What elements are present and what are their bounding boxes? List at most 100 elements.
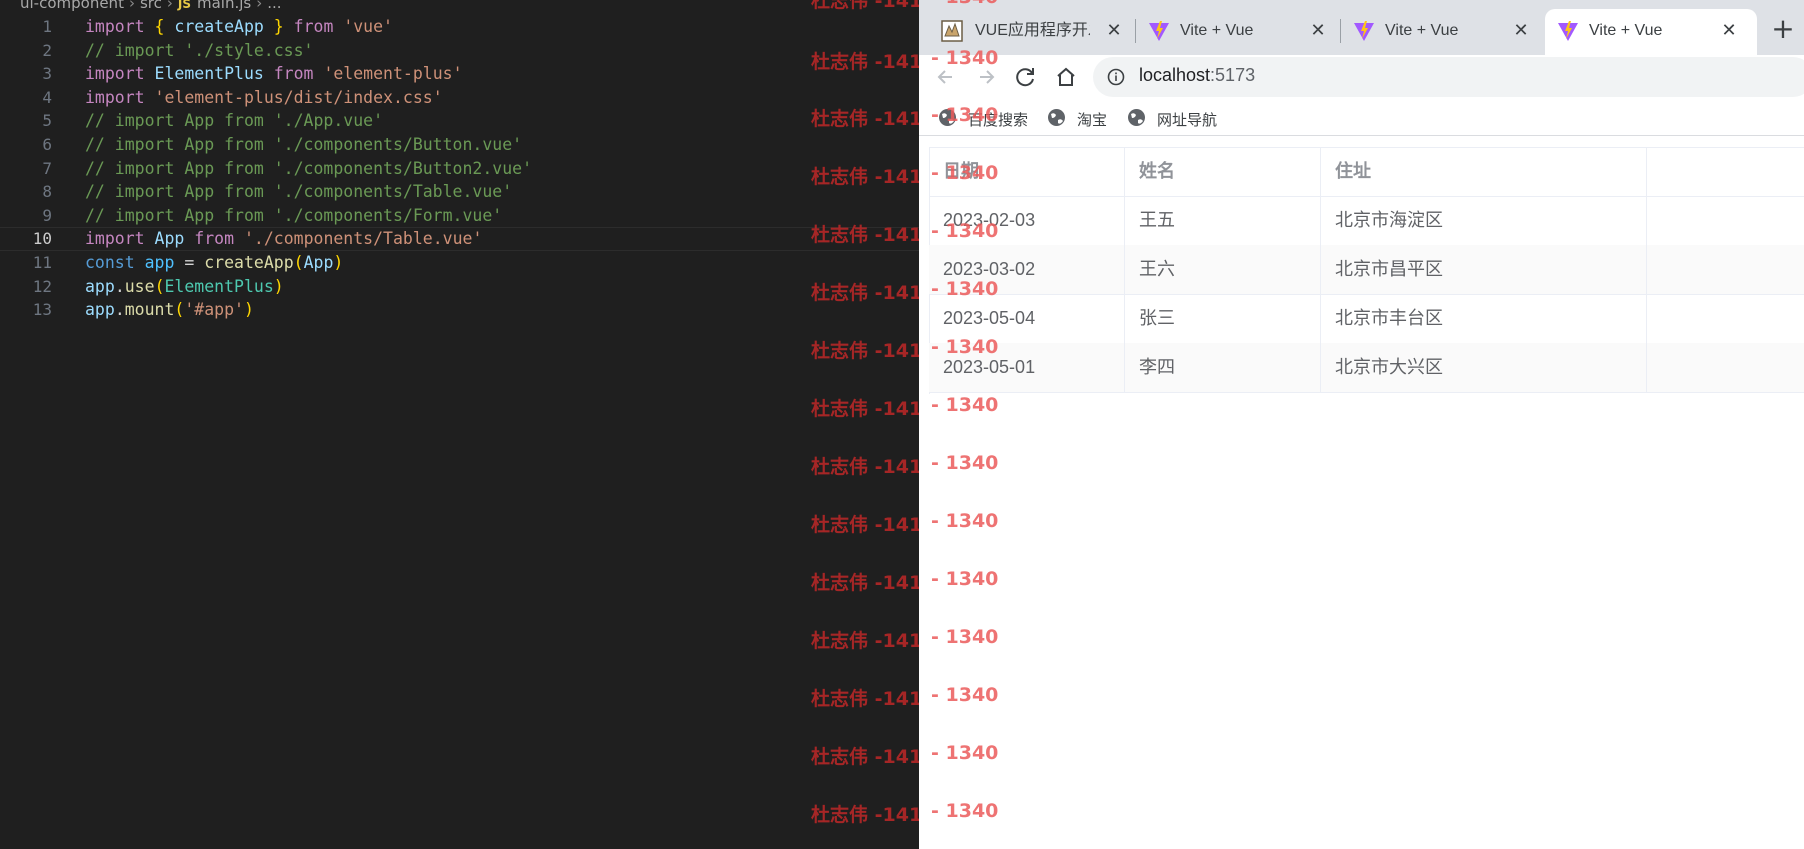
tab-title: Vite + Vue — [1385, 22, 1459, 39]
browser-tab[interactable]: VUE应用程序开发 ✕ — [919, 9, 1134, 55]
line-number: 4 — [42, 87, 52, 107]
code-line[interactable]: 11 const app = createApp(App) — [0, 251, 919, 275]
code-line[interactable]: 10 import App from './components/Table.vu… — [0, 227, 919, 251]
line-number: 3 — [42, 64, 52, 84]
code-line[interactable]: 3 import ElementPlus from 'element-plus' — [0, 62, 919, 86]
code-token: // import './style.css' — [85, 40, 314, 60]
chevron-right-icon: › — [166, 0, 173, 12]
table-header-cell: 姓名 — [1125, 147, 1321, 196]
code-token: 'vue' — [343, 17, 393, 36]
code-line[interactable]: 5 // import App from './App.vue' — [0, 109, 919, 133]
table-cell: 北京市丰台区 — [1321, 294, 1647, 343]
code-token: = — [174, 252, 205, 272]
code-token: // import App from './App.vue' — [85, 111, 384, 131]
code-text: // import './style.css' — [85, 39, 313, 63]
code-text: import { createApp } from 'vue' — [85, 15, 393, 39]
code-token: '#app' — [184, 300, 244, 320]
code-area[interactable]: 1 import { createApp } from 'vue' 2 // impo… — [0, 15, 919, 322]
code-text: import ElementPlus from 'element-plus' — [85, 62, 463, 86]
code-line[interactable]: 7 // import App from './components/Button… — [0, 157, 919, 181]
table-cell: 李四 — [1125, 343, 1321, 392]
vite-icon — [1558, 21, 1578, 41]
forward-arrow-icon[interactable] — [970, 61, 1002, 93]
tab-title: Vite + Vue — [1589, 22, 1663, 39]
close-icon[interactable]: ✕ — [1510, 19, 1532, 41]
code-token: createApp — [164, 17, 274, 36]
code-token: import — [85, 64, 145, 84]
code-token: const — [85, 252, 135, 272]
breadcrumb-file[interactable]: main.js — [197, 0, 251, 12]
code-token: app — [85, 276, 115, 296]
code-token: ElementPlus — [144, 64, 274, 84]
code-token: { — [154, 17, 165, 36]
code-token: // import App from './components/Button2… — [85, 158, 533, 178]
code-token: from — [273, 64, 314, 84]
chevron-right-icon: › — [128, 0, 135, 12]
code-text: // import App from './components/Button2… — [85, 157, 532, 181]
globe-icon — [1048, 109, 1065, 126]
code-line[interactable]: 12 app.use(ElementPlus) — [0, 275, 919, 299]
back-arrow-icon[interactable] — [930, 61, 962, 93]
line-number: 12 — [32, 276, 52, 296]
line-number: 5 — [42, 111, 52, 131]
table-cell: 2023-03-02 — [929, 245, 1125, 294]
line-number: 6 — [42, 134, 52, 154]
code-editor[interactable]: ui-component › src › JS main.js ›... 1 import {… — [0, 0, 919, 849]
code-text: app.use(ElementPlus) — [85, 275, 284, 299]
line-number: 8 — [42, 182, 52, 202]
code-token: . — [114, 276, 125, 296]
code-token: createApp — [204, 252, 294, 272]
table-cell: 2023-05-04 — [929, 294, 1125, 343]
chevron-right-icon: › — [256, 0, 263, 12]
code-token: } — [273, 17, 284, 36]
browser-tab[interactable]: Vite + Vue ✕ — [1136, 9, 1338, 55]
generic-page-icon — [941, 20, 963, 42]
home-icon[interactable] — [1050, 61, 1082, 93]
code-line[interactable]: 13 app.mount('#app') — [0, 298, 919, 322]
code-token: App — [144, 229, 195, 249]
code-token: // import App from './components/Table.v… — [85, 182, 513, 202]
line-number: 7 — [42, 158, 52, 178]
code-text: // import App from './components/Table.v… — [85, 180, 512, 204]
table-cell: 北京市海淀区 — [1321, 196, 1647, 245]
info-icon[interactable] — [1107, 68, 1125, 86]
code-line[interactable]: 1 import { createApp } from 'vue' — [0, 15, 919, 39]
table-cell: 2023-02-03 — [929, 196, 1125, 245]
globe-icon — [1128, 109, 1145, 126]
url-port: :5173 — [1210, 65, 1256, 85]
code-text: // import App from './components/Form.vu… — [85, 204, 502, 228]
breadcrumb-more[interactable]: ... — [267, 0, 281, 12]
table-cell: 北京市昌平区 — [1321, 245, 1647, 294]
code-text: const app = createApp(App) — [85, 251, 343, 275]
table-cell: 王六 — [1125, 245, 1321, 294]
breadcrumb-folder[interactable]: src — [140, 0, 162, 12]
code-line[interactable]: 9 // import App from './components/Form.v… — [0, 204, 919, 228]
table-header-cell: 日期 — [929, 147, 1125, 196]
table-cell: 张三 — [1125, 294, 1321, 343]
toolbar-divider — [919, 135, 1804, 136]
code-token: 'element-plus' — [323, 64, 463, 84]
table-header-cell: 住址 — [1321, 147, 1647, 196]
reload-icon[interactable] — [1010, 61, 1042, 93]
code-text: import App from './components/Table.vue' — [85, 228, 482, 250]
globe-icon — [939, 109, 956, 126]
close-icon[interactable]: ✕ — [1103, 19, 1125, 41]
code-line[interactable]: 4 import 'element-plus/dist/index.css' — [0, 86, 919, 110]
browser-tab-active[interactable]: Vite + Vue ✕ — [1545, 9, 1757, 55]
address-bar[interactable]: localhost:5173 — [1093, 57, 1804, 97]
url-text[interactable]: localhost:5173 — [1139, 65, 1255, 86]
new-tab-button[interactable]: + — [1768, 14, 1798, 44]
code-line[interactable]: 8 // import App from './components/Table.… — [0, 180, 919, 204]
breadcrumb-project[interactable]: ui-component — [20, 0, 124, 12]
close-icon[interactable]: ✕ — [1307, 19, 1329, 41]
code-line[interactable]: 2 // import './style.css' — [0, 39, 919, 63]
browser-tab[interactable]: Vite + Vue ✕ — [1341, 9, 1543, 55]
table-row: 2023-05-01 李四 北京市大兴区 — [929, 343, 1804, 393]
close-icon[interactable]: ✕ — [1718, 19, 1740, 41]
bookmark-label: 网址导航 — [1157, 112, 1218, 129]
code-line[interactable]: 6 // import App from './components/Button… — [0, 133, 919, 157]
code-token: . — [114, 300, 125, 320]
